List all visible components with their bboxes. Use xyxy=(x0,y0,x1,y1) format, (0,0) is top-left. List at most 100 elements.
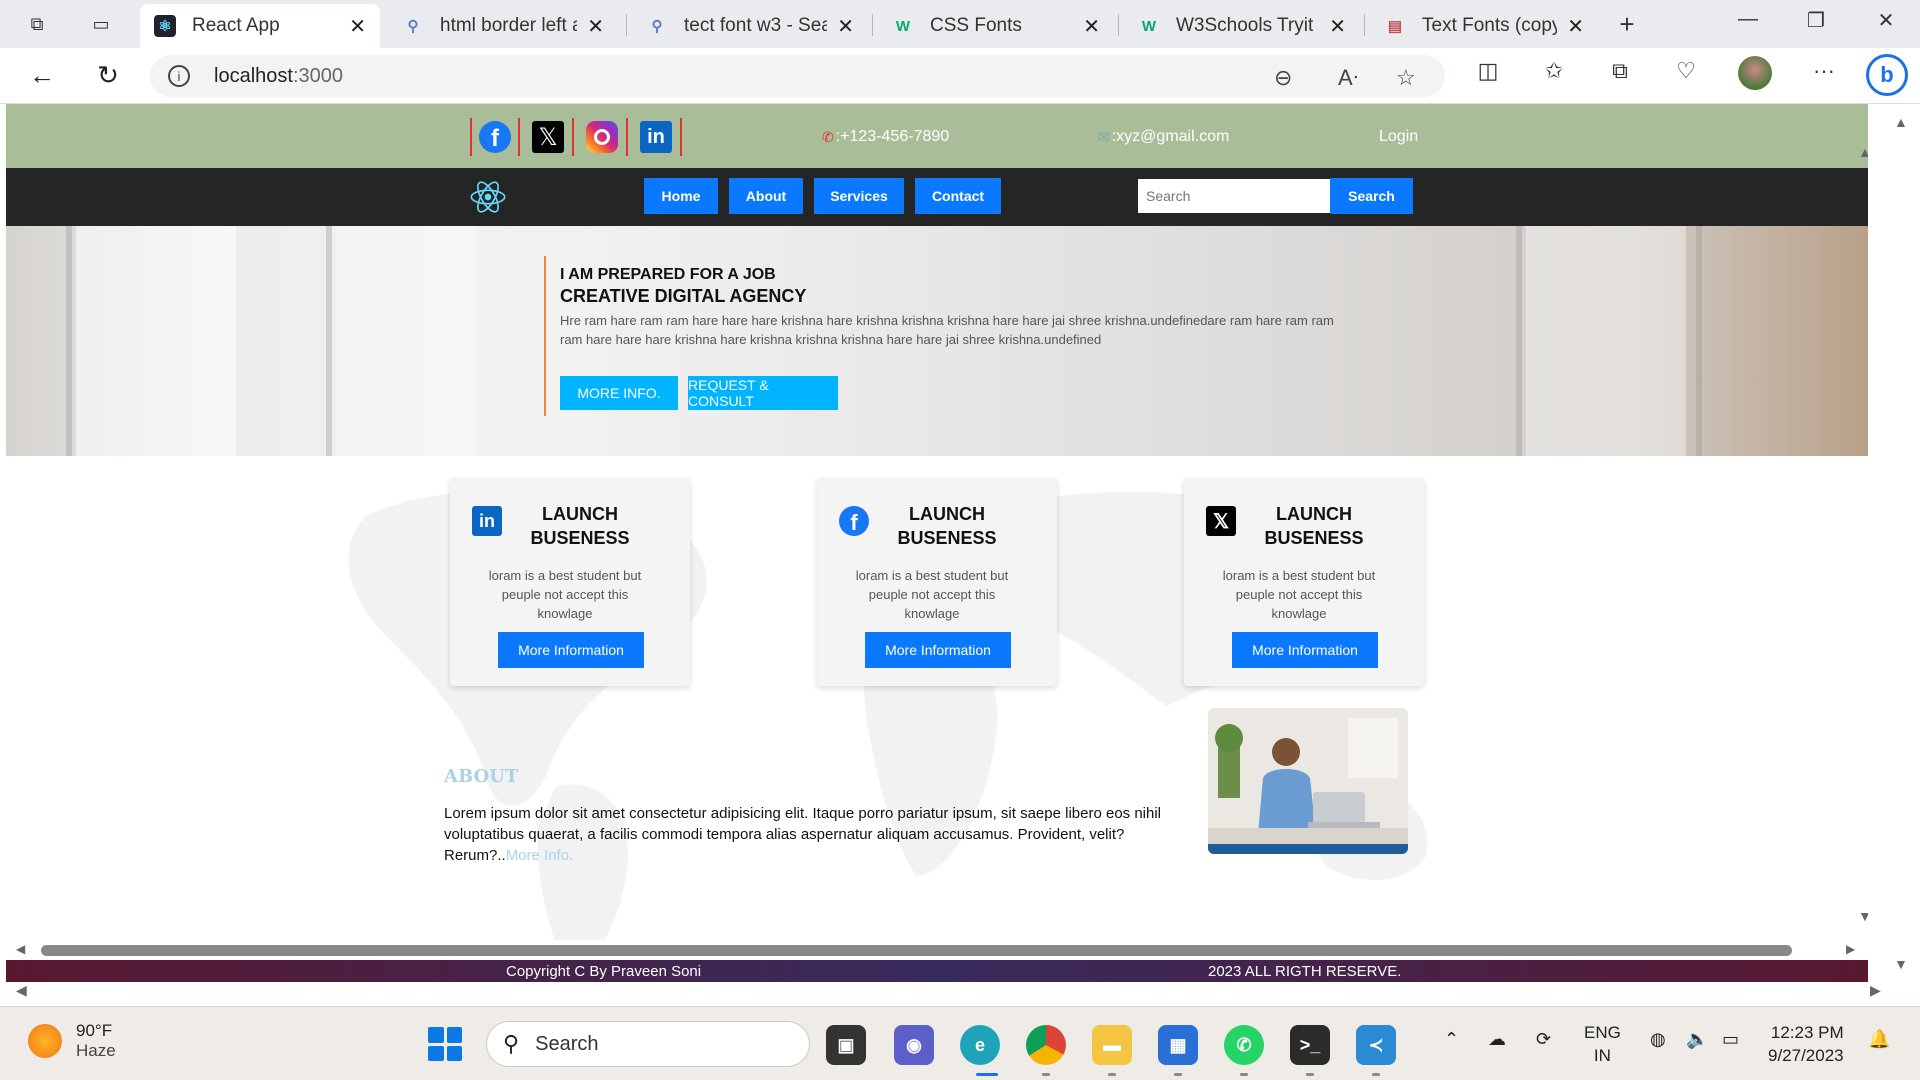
nav-services[interactable]: Services xyxy=(814,178,904,214)
top-contact-strip: f 𝕏 in ✆ :+123-456-7890 ✉ :xyz@gmail.com… xyxy=(6,104,1868,168)
tab-html-border[interactable]: ⚲ html border left ar ✕ xyxy=(388,4,618,48)
minimize-icon[interactable]: — xyxy=(1728,8,1768,31)
x-link[interactable]: 𝕏 xyxy=(524,118,574,156)
hero-title: CREATIVE DIGITAL AGENCY xyxy=(560,286,807,306)
hero-content: I AM PREPARED FOR A JOB CREATIVE DIGITAL… xyxy=(544,256,1334,416)
about-more-info-link[interactable]: More Info. xyxy=(506,847,574,864)
close-tab-icon[interactable]: ✕ xyxy=(1083,14,1100,39)
login-link[interactable]: Login xyxy=(1379,128,1418,146)
taskbar-search[interactable]: ⚲ Search xyxy=(486,1021,810,1067)
read-aloud-icon[interactable]: Aᐧ xyxy=(1338,65,1358,91)
close-tab-icon[interactable]: ✕ xyxy=(837,14,854,39)
favorites-icon[interactable]: ✩ xyxy=(1538,58,1570,84)
service-card: 𝕏 LAUNCH BUSENESS loram is a best studen… xyxy=(1184,478,1424,686)
tab-actions-icon[interactable]: ▭ xyxy=(86,9,116,39)
whatsapp-icon[interactable]: ✆ xyxy=(1224,1025,1264,1065)
tab-separator xyxy=(872,14,873,36)
site-search-button[interactable]: Search xyxy=(1330,178,1413,214)
tab-react-app[interactable]: ⚛ React App ✕ xyxy=(140,4,380,48)
microsoft-store-icon[interactable]: ▦ xyxy=(1158,1025,1198,1065)
file-explorer-icon[interactable]: ▬ xyxy=(1092,1025,1132,1065)
show-hidden-icons-icon[interactable]: ⌃ xyxy=(1444,1029,1459,1050)
search-icon: ⚲ xyxy=(407,18,419,35)
request-consult-button[interactable]: REQUEST & CONSULT xyxy=(688,376,838,410)
email-icon: ✉ xyxy=(1098,128,1110,145)
edge-browser-icon[interactable]: e xyxy=(960,1025,1000,1065)
more-information-button[interactable]: More Information xyxy=(1232,632,1378,668)
refresh-icon[interactable]: ↻ xyxy=(90,60,126,91)
service-card: f LAUNCH BUSENESS loram is a best studen… xyxy=(817,478,1057,686)
url-field[interactable]: i localhost:3000 ⊖ Aᐧ ☆ xyxy=(150,55,1445,97)
linkedin-icon: in xyxy=(472,506,502,536)
scroll-left-icon[interactable]: ◀ xyxy=(16,942,25,956)
more-information-button[interactable]: More Information xyxy=(498,632,644,668)
w3schools-icon: W xyxy=(895,17,911,35)
onedrive-icon[interactable]: ☁ xyxy=(1488,1029,1506,1050)
x-icon: 𝕏 xyxy=(532,121,564,153)
facebook-link[interactable]: f xyxy=(470,118,520,156)
start-button[interactable] xyxy=(428,1027,462,1061)
close-tab-icon[interactable]: ✕ xyxy=(587,14,604,39)
tab-css-fonts[interactable]: W CSS Fonts ✕ xyxy=(878,4,1114,48)
nav-home[interactable]: Home xyxy=(644,178,718,214)
back-icon[interactable]: ← xyxy=(24,60,60,91)
site-info-icon[interactable]: i xyxy=(168,65,190,87)
more-information-button[interactable]: More Information xyxy=(865,632,1011,668)
nav-about[interactable]: About xyxy=(729,178,803,214)
volume-icon[interactable]: 🔈 xyxy=(1686,1029,1708,1050)
browser-scroll-right-icon[interactable]: ▶ xyxy=(1870,982,1881,999)
workspaces-icon[interactable]: ⧉ xyxy=(22,9,52,39)
browser-tab-bar: ⧉ ▭ ⚛ React App ✕ ⚲ html border left ar … xyxy=(0,0,1920,48)
new-tab-icon[interactable]: + xyxy=(1612,9,1642,39)
vscode-icon[interactable]: ≺ xyxy=(1356,1025,1396,1065)
close-window-icon[interactable]: ✕ xyxy=(1866,8,1906,33)
tab-tect-font[interactable]: ⚲ tect font w3 - Sear ✕ xyxy=(632,4,868,48)
browser-scroll-up-icon[interactable]: ▲ xyxy=(1894,114,1908,130)
teams-chat-icon[interactable]: ◉ xyxy=(894,1025,934,1065)
zoom-out-icon[interactable]: ⊖ xyxy=(1274,65,1292,91)
battery-icon[interactable]: ▭ xyxy=(1722,1029,1739,1050)
nav-contact[interactable]: Contact xyxy=(915,178,1001,214)
more-menu-icon[interactable]: ··· xyxy=(1808,58,1840,84)
close-tab-icon[interactable]: ✕ xyxy=(349,14,366,39)
weather-condition: Haze xyxy=(76,1041,116,1060)
react-logo-icon[interactable] xyxy=(468,177,508,217)
browser-essentials-icon[interactable]: ♡ xyxy=(1670,58,1702,84)
inner-horizontal-scrollbar[interactable]: ◀ ▶ xyxy=(6,940,1868,960)
hero-window-frame xyxy=(66,226,72,456)
scrollbar-thumb[interactable] xyxy=(41,945,1792,956)
sync-icon[interactable]: ⟳ xyxy=(1536,1029,1551,1050)
page-scroll-up-icon[interactable]: ▲ xyxy=(1858,144,1868,160)
weather-widget[interactable]: 90°F Haze xyxy=(28,1021,116,1061)
restore-icon[interactable]: ❐ xyxy=(1796,8,1836,33)
collections-icon[interactable]: ⧉ xyxy=(1604,58,1636,84)
more-info-button[interactable]: MORE INFO. xyxy=(560,376,678,410)
chrome-icon[interactable] xyxy=(1026,1025,1066,1065)
terminal-icon[interactable]: >_ xyxy=(1290,1025,1330,1065)
close-tab-icon[interactable]: ✕ xyxy=(1329,14,1346,39)
hero-window-pane xyxy=(336,226,476,456)
browser-scroll-down-icon[interactable]: ▼ xyxy=(1894,956,1908,972)
split-screen-icon[interactable]: ◫ xyxy=(1472,58,1504,84)
network-icon[interactable]: ◍ xyxy=(1650,1029,1666,1050)
page-scroll-down-icon[interactable]: ▼ xyxy=(1858,908,1868,924)
scroll-right-icon[interactable]: ▶ xyxy=(1846,942,1855,956)
notifications-icon[interactable]: 🔔 xyxy=(1868,1029,1890,1050)
haze-sun-icon xyxy=(28,1024,62,1058)
bing-copilot-icon[interactable]: b xyxy=(1866,54,1908,96)
favorite-star-icon[interactable]: ☆ xyxy=(1396,65,1416,91)
page-viewport: f 𝕏 in ✆ :+123-456-7890 ✉ :xyz@gmail.com… xyxy=(6,104,1868,984)
profile-avatar[interactable] xyxy=(1738,56,1772,90)
tab-w3schools-tryit[interactable]: W W3Schools Tryit Ec ✕ xyxy=(1124,4,1360,48)
tab-text-fonts[interactable]: ▤ Text Fonts (copy ✕ xyxy=(1370,4,1598,48)
system-clock[interactable]: 12:23 PM 9/27/2023 xyxy=(1768,1021,1844,1067)
language-indicator[interactable]: ENG IN xyxy=(1584,1021,1621,1067)
tab-separator xyxy=(1364,14,1365,36)
close-tab-icon[interactable]: ✕ xyxy=(1567,14,1584,39)
browser-scroll-left-icon[interactable]: ◀ xyxy=(16,982,27,999)
linkedin-link[interactable]: in xyxy=(632,118,682,156)
site-search-input[interactable] xyxy=(1138,179,1330,213)
instagram-link[interactable] xyxy=(578,118,628,156)
task-view-icon[interactable]: ▣ xyxy=(826,1025,866,1065)
hero-subtitle: I AM PREPARED FOR A JOB xyxy=(560,266,776,283)
